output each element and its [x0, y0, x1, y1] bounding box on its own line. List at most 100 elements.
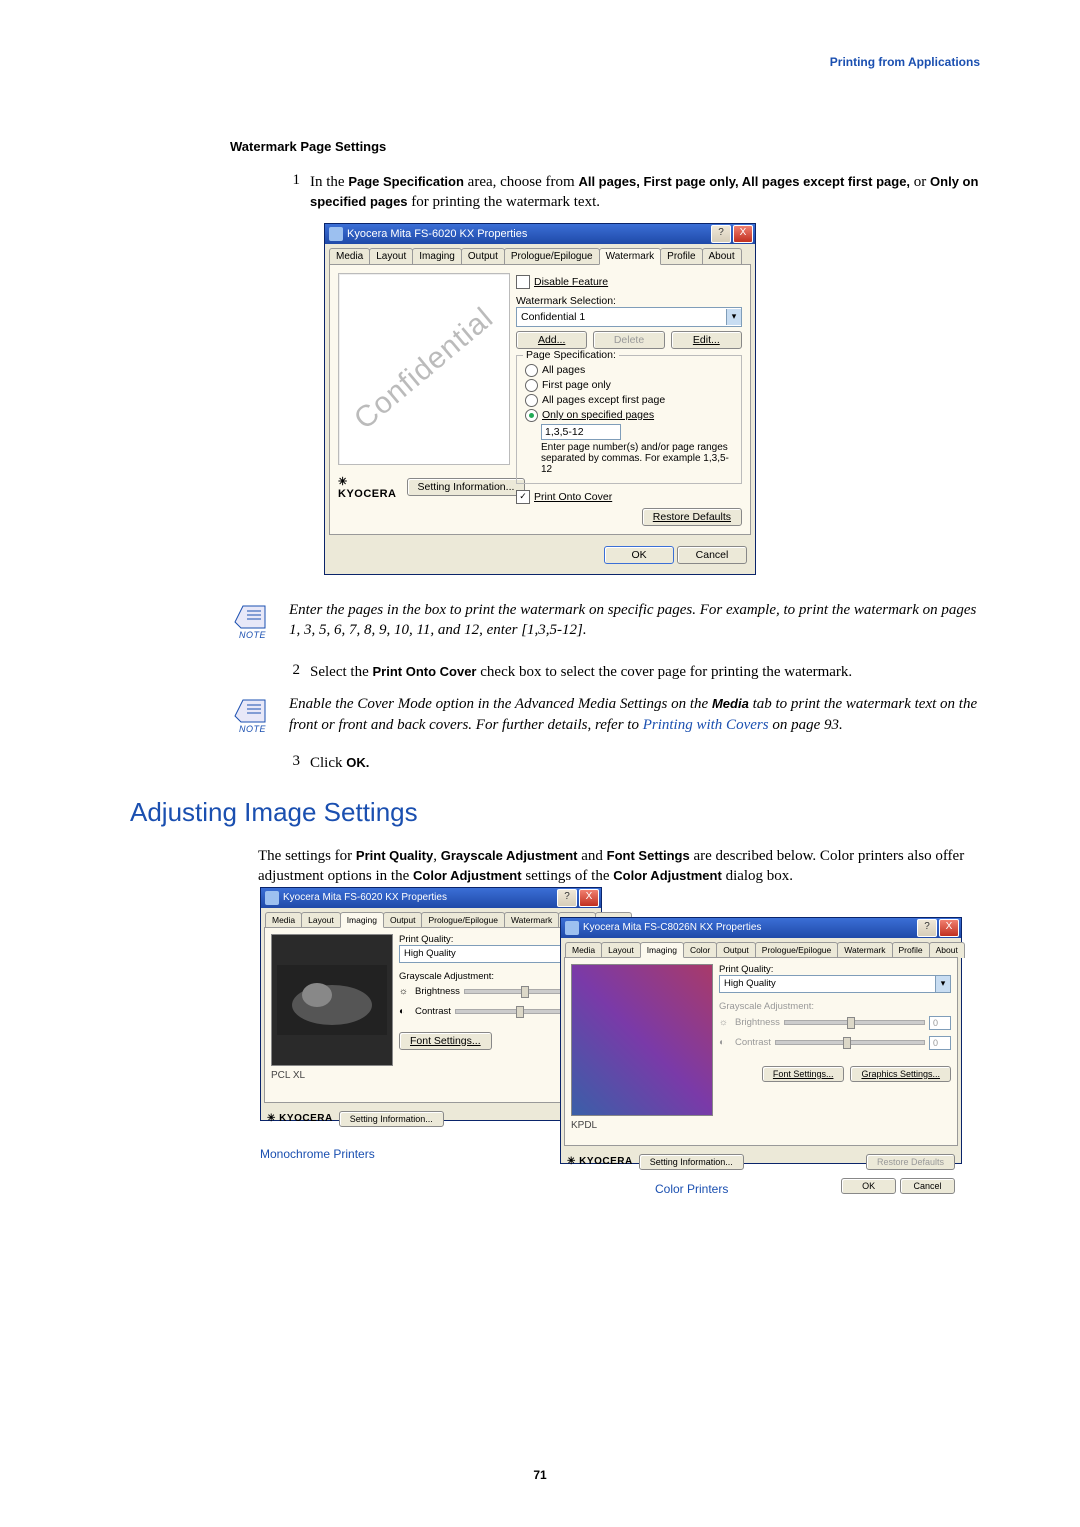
restore-defaults-button[interactable]: Restore Defaults: [642, 508, 742, 526]
intro-paragraph: The settings for Print Quality, Grayscal…: [258, 846, 980, 887]
dialog-title: Kyocera Mita FS-6020 KX Properties: [283, 892, 447, 903]
setting-info-button[interactable]: Setting Information...: [639, 1154, 744, 1170]
add-button[interactable]: Add...: [516, 331, 587, 349]
brightness-value: 0: [929, 1016, 951, 1030]
step1-text: In the Page Specification area, choose f…: [310, 172, 980, 213]
note1-text: Enter the pages in the box to print the …: [289, 600, 980, 641]
print-onto-cover-checkbox[interactable]: ✓: [516, 490, 530, 504]
tab-output[interactable]: Output: [383, 912, 423, 928]
restore-defaults-button[interactable]: Restore Defaults: [866, 1154, 955, 1170]
radio-all-pages[interactable]: [525, 364, 538, 377]
setting-info-button[interactable]: Setting Information...: [407, 478, 526, 496]
tab-prologue[interactable]: Prologue/Epilogue: [755, 942, 838, 958]
brand-label: ✳ KYOCERA: [267, 1113, 333, 1124]
grayscale-label: Grayscale Adjustment:: [719, 1001, 951, 1012]
imaging-preview: [571, 964, 713, 1116]
brand-label: ✳ KYOCERA: [567, 1156, 633, 1167]
tab-layout[interactable]: Layout: [369, 248, 413, 265]
tab-watermark[interactable]: Watermark: [599, 248, 662, 265]
help-button[interactable]: ?: [917, 919, 937, 937]
cancel-button[interactable]: Cancel: [900, 1178, 955, 1194]
tab-profile[interactable]: Profile: [892, 942, 930, 958]
caption-color: Color Printers: [655, 1182, 728, 1196]
tab-watermark[interactable]: Watermark: [504, 912, 559, 928]
print-quality-dropdown[interactable]: High Quality▾: [719, 975, 951, 993]
cancel-button[interactable]: Cancel: [677, 546, 747, 564]
disable-feature-label: Disable Feature: [534, 276, 608, 288]
dialog-title: Kyocera Mita FS-6020 KX Properties: [347, 228, 527, 240]
note2-text: Enable the Cover Mode option in the Adva…: [289, 694, 980, 735]
tab-prologue[interactable]: Prologue/Epilogue: [421, 912, 504, 928]
kpdl-label: KPDL: [571, 1120, 713, 1131]
chevron-down-icon: ▾: [935, 976, 950, 992]
radio-except-first[interactable]: [525, 394, 538, 407]
tab-imaging[interactable]: Imaging: [412, 248, 462, 265]
pcl-label: PCL XL: [271, 1070, 393, 1081]
note-icon: NOTE: [230, 694, 275, 734]
app-icon: [265, 891, 279, 905]
help-button[interactable]: ?: [557, 889, 577, 907]
close-button[interactable]: X: [939, 919, 959, 937]
close-button[interactable]: X: [579, 889, 599, 907]
tab-output[interactable]: Output: [716, 942, 756, 958]
watermark-preview-text: Confidential: [348, 301, 500, 437]
tab-color[interactable]: Color: [683, 942, 717, 958]
contrast-slider: ◐Contrast 0: [719, 1036, 951, 1050]
contrast-value: 0: [929, 1036, 951, 1050]
caption-monochrome: Monochrome Printers: [260, 1147, 375, 1161]
titlebar: Kyocera Mita FS-6020 KX Properties ? X: [325, 224, 755, 244]
printing-with-covers-link[interactable]: Printing with Covers: [643, 717, 769, 733]
imaging-preview: [271, 934, 393, 1066]
section-heading-watermark: Watermark Page Settings: [230, 139, 980, 154]
ok-button[interactable]: OK: [604, 546, 674, 564]
edit-button[interactable]: Edit...: [671, 331, 742, 349]
tab-about[interactable]: About: [702, 248, 742, 265]
brightness-slider: ☼Brightness 0: [719, 1016, 951, 1030]
tab-layout[interactable]: Layout: [301, 912, 341, 928]
ok-button[interactable]: OK: [841, 1178, 896, 1194]
step-number: 3: [278, 753, 310, 770]
tab-prologue[interactable]: Prologue/Epilogue: [504, 248, 600, 265]
tab-imaging[interactable]: Imaging: [640, 942, 684, 958]
print-onto-cover-label: Print Onto Cover: [534, 491, 612, 503]
page-number: 71: [0, 1468, 1080, 1482]
brightness-icon: ☼: [399, 986, 411, 998]
radio-first-page[interactable]: [525, 379, 538, 392]
setting-info-button[interactable]: Setting Information...: [339, 1111, 444, 1127]
tab-watermark[interactable]: Watermark: [837, 942, 892, 958]
step-number: 2: [278, 662, 310, 679]
step2-text: Select the Print Onto Cover check box to…: [310, 662, 852, 682]
tab-media[interactable]: Media: [565, 942, 602, 958]
tab-media[interactable]: Media: [329, 248, 370, 265]
tab-strip: Media Layout Imaging Output Prologue/Epi…: [325, 244, 755, 265]
radio-only-specified[interactable]: [525, 409, 538, 422]
mono-properties-dialog: Kyocera Mita FS-6020 KX Properties ? X M…: [260, 887, 602, 1121]
header-breadcrumb: Printing from Applications: [100, 55, 980, 69]
help-button[interactable]: ?: [711, 225, 731, 243]
tab-imaging[interactable]: Imaging: [340, 912, 384, 928]
close-button[interactable]: X: [733, 225, 753, 243]
brightness-icon: ☼: [719, 1017, 731, 1029]
pages-input[interactable]: 1,3,5-12: [541, 424, 621, 440]
delete-button[interactable]: Delete: [593, 331, 664, 349]
pages-hint: Enter page number(s) and/or page ranges …: [541, 442, 733, 475]
heading-adjusting-image: Adjusting Image Settings: [130, 797, 980, 828]
tab-media[interactable]: Media: [265, 912, 302, 928]
color-properties-dialog: Kyocera Mita FS-C8026N KX Properties ? X…: [560, 917, 962, 1164]
dialog-title: Kyocera Mita FS-C8026N KX Properties: [583, 922, 761, 933]
tab-profile[interactable]: Profile: [660, 248, 702, 265]
watermark-preview: Confidential: [338, 273, 510, 465]
tab-about[interactable]: About: [929, 942, 965, 958]
tab-layout[interactable]: Layout: [601, 942, 641, 958]
graphics-settings-button[interactable]: Graphics Settings...: [850, 1066, 951, 1082]
chevron-down-icon: ▾: [726, 309, 741, 325]
watermark-properties-dialog: Kyocera Mita FS-6020 KX Properties ? X M…: [324, 223, 756, 575]
disable-feature-checkbox[interactable]: [516, 275, 530, 289]
font-settings-button[interactable]: Font Settings...: [762, 1066, 845, 1082]
note-icon: NOTE: [230, 600, 275, 640]
wm-selection-label: Watermark Selection:: [516, 295, 742, 307]
font-settings-button[interactable]: Font Settings...: [399, 1032, 492, 1050]
wm-selection-dropdown[interactable]: Confidential 1▾: [516, 307, 742, 327]
step3-text: Click OK.: [310, 753, 369, 773]
tab-output[interactable]: Output: [461, 248, 505, 265]
